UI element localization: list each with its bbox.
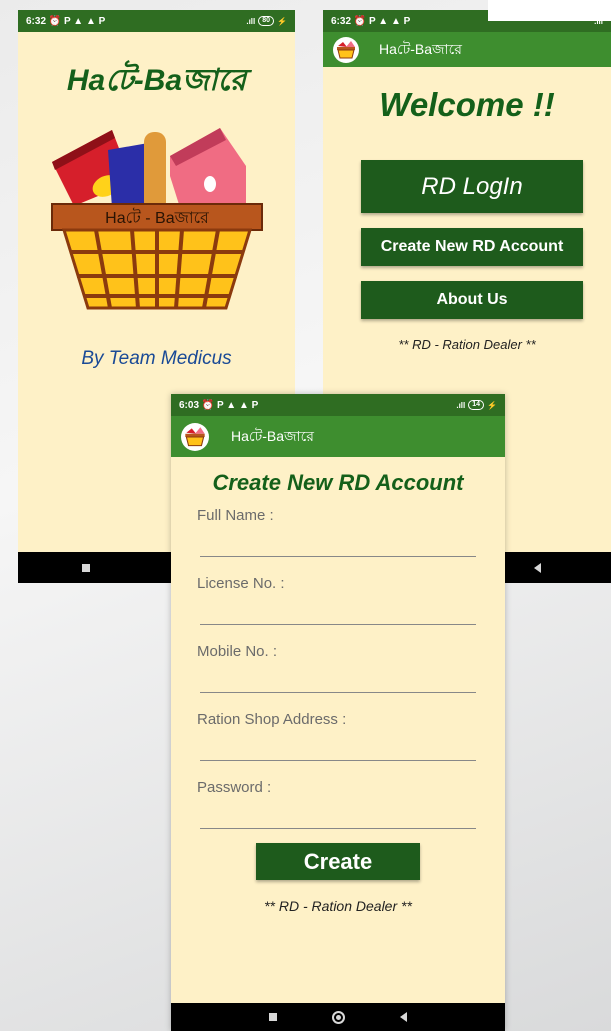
welcome-heading: Welcome !! <box>379 86 555 123</box>
create-button[interactable]: Create <box>256 843 420 880</box>
shop-address-input[interactable] <box>200 735 476 761</box>
status-bar: 6:03 ⏰ P ▲ ▲ P .ıll 14 ⚡ <box>171 394 505 416</box>
bread-icon <box>144 132 166 212</box>
status-time: 6:32 <box>331 15 352 27</box>
recents-icon[interactable] <box>82 563 90 572</box>
app-title: Haটে-Baজারে <box>231 427 314 444</box>
mobile-no-label: Mobile No. : <box>197 643 278 660</box>
team-byline: By Team Medicus <box>81 348 232 369</box>
battery-icon: 14 <box>468 400 485 410</box>
basket-logo: Haটে - Baজারে <box>51 128 263 310</box>
status-icons: ⏰ P ▲ ▲ P <box>201 399 259 411</box>
full-name-label: Full Name : <box>197 507 274 524</box>
back-icon[interactable] <box>534 562 541 573</box>
mobile-no-input[interactable] <box>200 667 476 693</box>
rd-footnote: ** RD - Ration Dealer ** <box>264 898 412 914</box>
home-icon[interactable] <box>331 1010 345 1024</box>
create-account-screen: 6:03 ⏰ P ▲ ▲ P .ıll 14 ⚡ Haটে-Baজারে Creat… <box>171 394 505 1031</box>
password-label: Password : <box>197 779 272 796</box>
basket-label: Haটে - Baজারে <box>105 208 210 227</box>
license-no-input[interactable] <box>200 599 476 625</box>
full-name-input[interactable] <box>200 531 476 557</box>
about-us-button[interactable]: About Us <box>361 281 583 319</box>
battery-icon: 80 <box>258 16 275 26</box>
rd-login-button[interactable]: RD LogIn <box>361 160 583 213</box>
form-title: Create New RD Account <box>212 470 464 495</box>
signal-icon: .ıll <box>456 400 466 410</box>
status-time: 6:03 <box>179 399 200 411</box>
app-bar: Haটে-Baজারে <box>171 416 505 457</box>
license-no-label: License No. : <box>197 575 285 592</box>
basket-icon <box>181 422 209 451</box>
create-account-button[interactable]: Create New RD Account <box>361 228 583 266</box>
splash-title: Haটে-Baজারে <box>66 64 247 97</box>
nav-bar <box>171 1003 505 1031</box>
status-icons: ⏰ P ▲ ▲ P <box>48 15 106 27</box>
app-bar: Haটে-Baজারে <box>323 32 611 67</box>
status-bar: 6:32 ⏰ P ▲ ▲ P .ıll 80 ⚡ <box>18 10 295 32</box>
status-time: 6:32 <box>26 15 47 27</box>
shop-address-label: Ration Shop Address : <box>197 711 347 728</box>
app-title: Haটে-Baজারে <box>379 40 462 57</box>
password-input[interactable] <box>200 803 476 829</box>
charging-icon: ⚡ <box>487 400 497 410</box>
status-icons: ⏰ P ▲ ▲ P <box>353 15 411 27</box>
recents-icon[interactable] <box>268 1013 277 1021</box>
charging-icon: ⚡ <box>277 16 287 26</box>
milk-carton-icon <box>170 128 246 214</box>
back-icon[interactable] <box>400 1012 408 1022</box>
rd-footnote: ** RD - Ration Dealer ** <box>398 337 536 352</box>
basket-icon <box>333 36 359 63</box>
background-patch <box>488 0 611 21</box>
signal-icon: .ıll <box>246 16 256 26</box>
